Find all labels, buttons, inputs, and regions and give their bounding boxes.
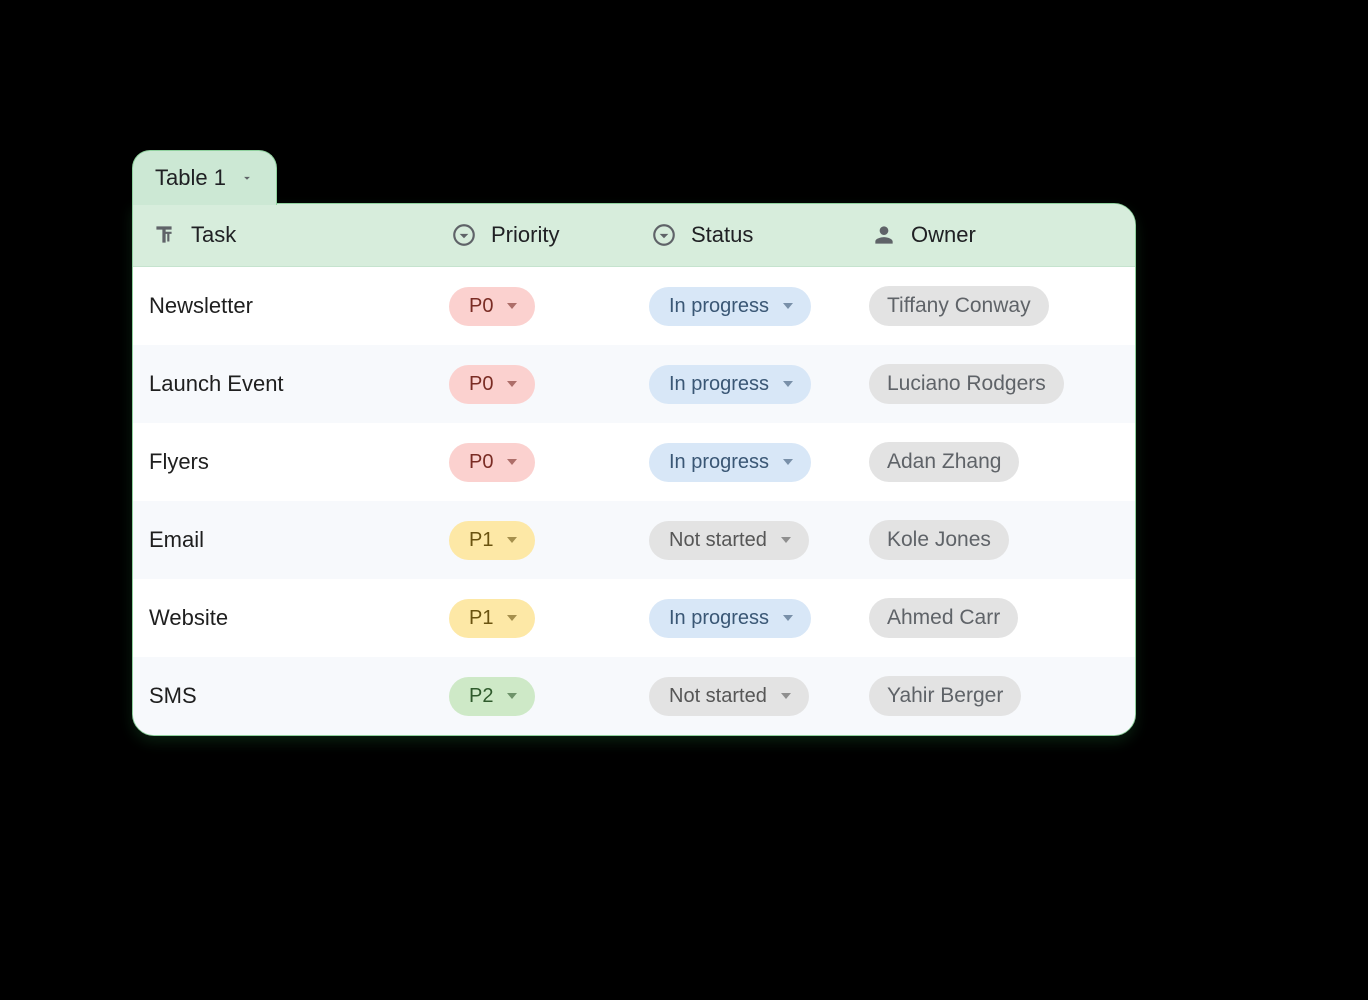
task-cell[interactable]: SMS — [133, 669, 433, 723]
col-priority-header[interactable]: Priority — [433, 204, 633, 266]
col-label: Task — [191, 222, 236, 248]
owner-cell: Luciano Rodgers — [853, 350, 1135, 418]
owner-chip[interactable]: Luciano Rodgers — [869, 364, 1064, 404]
col-label: Owner — [911, 222, 976, 248]
caret-down-icon — [781, 537, 791, 543]
table-row: SMS P2 Not started Yahir Berger — [133, 657, 1135, 735]
owner-chip[interactable]: Adan Zhang — [869, 442, 1019, 482]
person-icon — [869, 220, 899, 250]
status-label: In progress — [669, 607, 769, 630]
dropdown-circle-icon — [649, 220, 679, 250]
tab-bar: Table 1 — [132, 150, 1136, 203]
table-row: Email P1 Not started Kole Jones — [133, 501, 1135, 579]
table-row: Launch Event P0 In progress Luciano Rodgers — [133, 345, 1135, 423]
task-cell[interactable]: Email — [133, 513, 433, 567]
priority-label: P1 — [469, 529, 493, 552]
owner-cell: Ahmed Carr — [853, 584, 1135, 652]
caret-down-icon — [507, 381, 517, 387]
status-cell: In progress — [633, 585, 853, 652]
status-label: Not started — [669, 685, 767, 708]
status-cell: In progress — [633, 273, 853, 340]
priority-pill[interactable]: P1 — [449, 599, 535, 638]
status-label: In progress — [669, 373, 769, 396]
status-pill[interactable]: In progress — [649, 287, 811, 326]
table-row: Flyers P0 In progress Adan Zhang — [133, 423, 1135, 501]
caret-down-icon — [507, 459, 517, 465]
task-cell[interactable]: Launch Event — [133, 357, 433, 411]
caret-down-icon — [507, 303, 517, 309]
status-label: In progress — [669, 451, 769, 474]
priority-label: P2 — [469, 685, 493, 708]
priority-cell: P0 — [433, 429, 633, 496]
task-cell[interactable]: Newsletter — [133, 279, 433, 333]
owner-chip[interactable]: Ahmed Carr — [869, 598, 1018, 638]
table-container: Table 1 Task Priority — [132, 150, 1136, 736]
caret-down-icon — [507, 537, 517, 543]
priority-label: P1 — [469, 607, 493, 630]
tab-table-1[interactable]: Table 1 — [132, 150, 277, 205]
status-pill[interactable]: In progress — [649, 599, 811, 638]
priority-label: P0 — [469, 373, 493, 396]
table-row: Website P1 In progress Ahmed Carr — [133, 579, 1135, 657]
caret-down-icon — [783, 381, 793, 387]
task-cell[interactable]: Flyers — [133, 435, 433, 489]
owner-chip[interactable]: Yahir Berger — [869, 676, 1021, 716]
tab-label: Table 1 — [155, 165, 226, 191]
status-label: In progress — [669, 295, 769, 318]
owner-chip[interactable]: Tiffany Conway — [869, 286, 1049, 326]
table-row: Newsletter P0 In progress Tiffany Conway — [133, 267, 1135, 345]
priority-cell: P1 — [433, 507, 633, 574]
owner-cell: Adan Zhang — [853, 428, 1135, 496]
task-cell[interactable]: Website — [133, 591, 433, 645]
chevron-down-icon — [240, 171, 254, 185]
status-cell: Not started — [633, 507, 853, 574]
status-pill[interactable]: Not started — [649, 677, 809, 716]
col-task-header[interactable]: Task — [133, 204, 433, 266]
status-pill[interactable]: In progress — [649, 443, 811, 482]
owner-chip[interactable]: Kole Jones — [869, 520, 1009, 560]
status-cell: Not started — [633, 663, 853, 730]
caret-down-icon — [783, 615, 793, 621]
col-label: Priority — [491, 222, 559, 248]
priority-pill[interactable]: P1 — [449, 521, 535, 560]
priority-cell: P2 — [433, 663, 633, 730]
status-label: Not started — [669, 529, 767, 552]
priority-pill[interactable]: P2 — [449, 677, 535, 716]
status-pill[interactable]: In progress — [649, 365, 811, 404]
table: Task Priority Status Owner New — [132, 203, 1136, 736]
status-cell: In progress — [633, 429, 853, 496]
owner-cell: Yahir Berger — [853, 662, 1135, 730]
caret-down-icon — [783, 459, 793, 465]
priority-label: P0 — [469, 451, 493, 474]
priority-pill[interactable]: P0 — [449, 287, 535, 326]
priority-cell: P0 — [433, 273, 633, 340]
priority-label: P0 — [469, 295, 493, 318]
caret-down-icon — [507, 693, 517, 699]
caret-down-icon — [781, 693, 791, 699]
col-owner-header[interactable]: Owner — [853, 204, 1135, 266]
status-pill[interactable]: Not started — [649, 521, 809, 560]
priority-cell: P1 — [433, 585, 633, 652]
owner-cell: Kole Jones — [853, 506, 1135, 574]
col-status-header[interactable]: Status — [633, 204, 853, 266]
dropdown-circle-icon — [449, 220, 479, 250]
text-type-icon — [149, 220, 179, 250]
table-body: Newsletter P0 In progress Tiffany Conway Lau… — [133, 267, 1135, 735]
col-label: Status — [691, 222, 753, 248]
status-cell: In progress — [633, 351, 853, 418]
priority-pill[interactable]: P0 — [449, 443, 535, 482]
priority-pill[interactable]: P0 — [449, 365, 535, 404]
caret-down-icon — [783, 303, 793, 309]
owner-cell: Tiffany Conway — [853, 272, 1135, 340]
caret-down-icon — [507, 615, 517, 621]
table-header: Task Priority Status Owner — [133, 204, 1135, 267]
priority-cell: P0 — [433, 351, 633, 418]
